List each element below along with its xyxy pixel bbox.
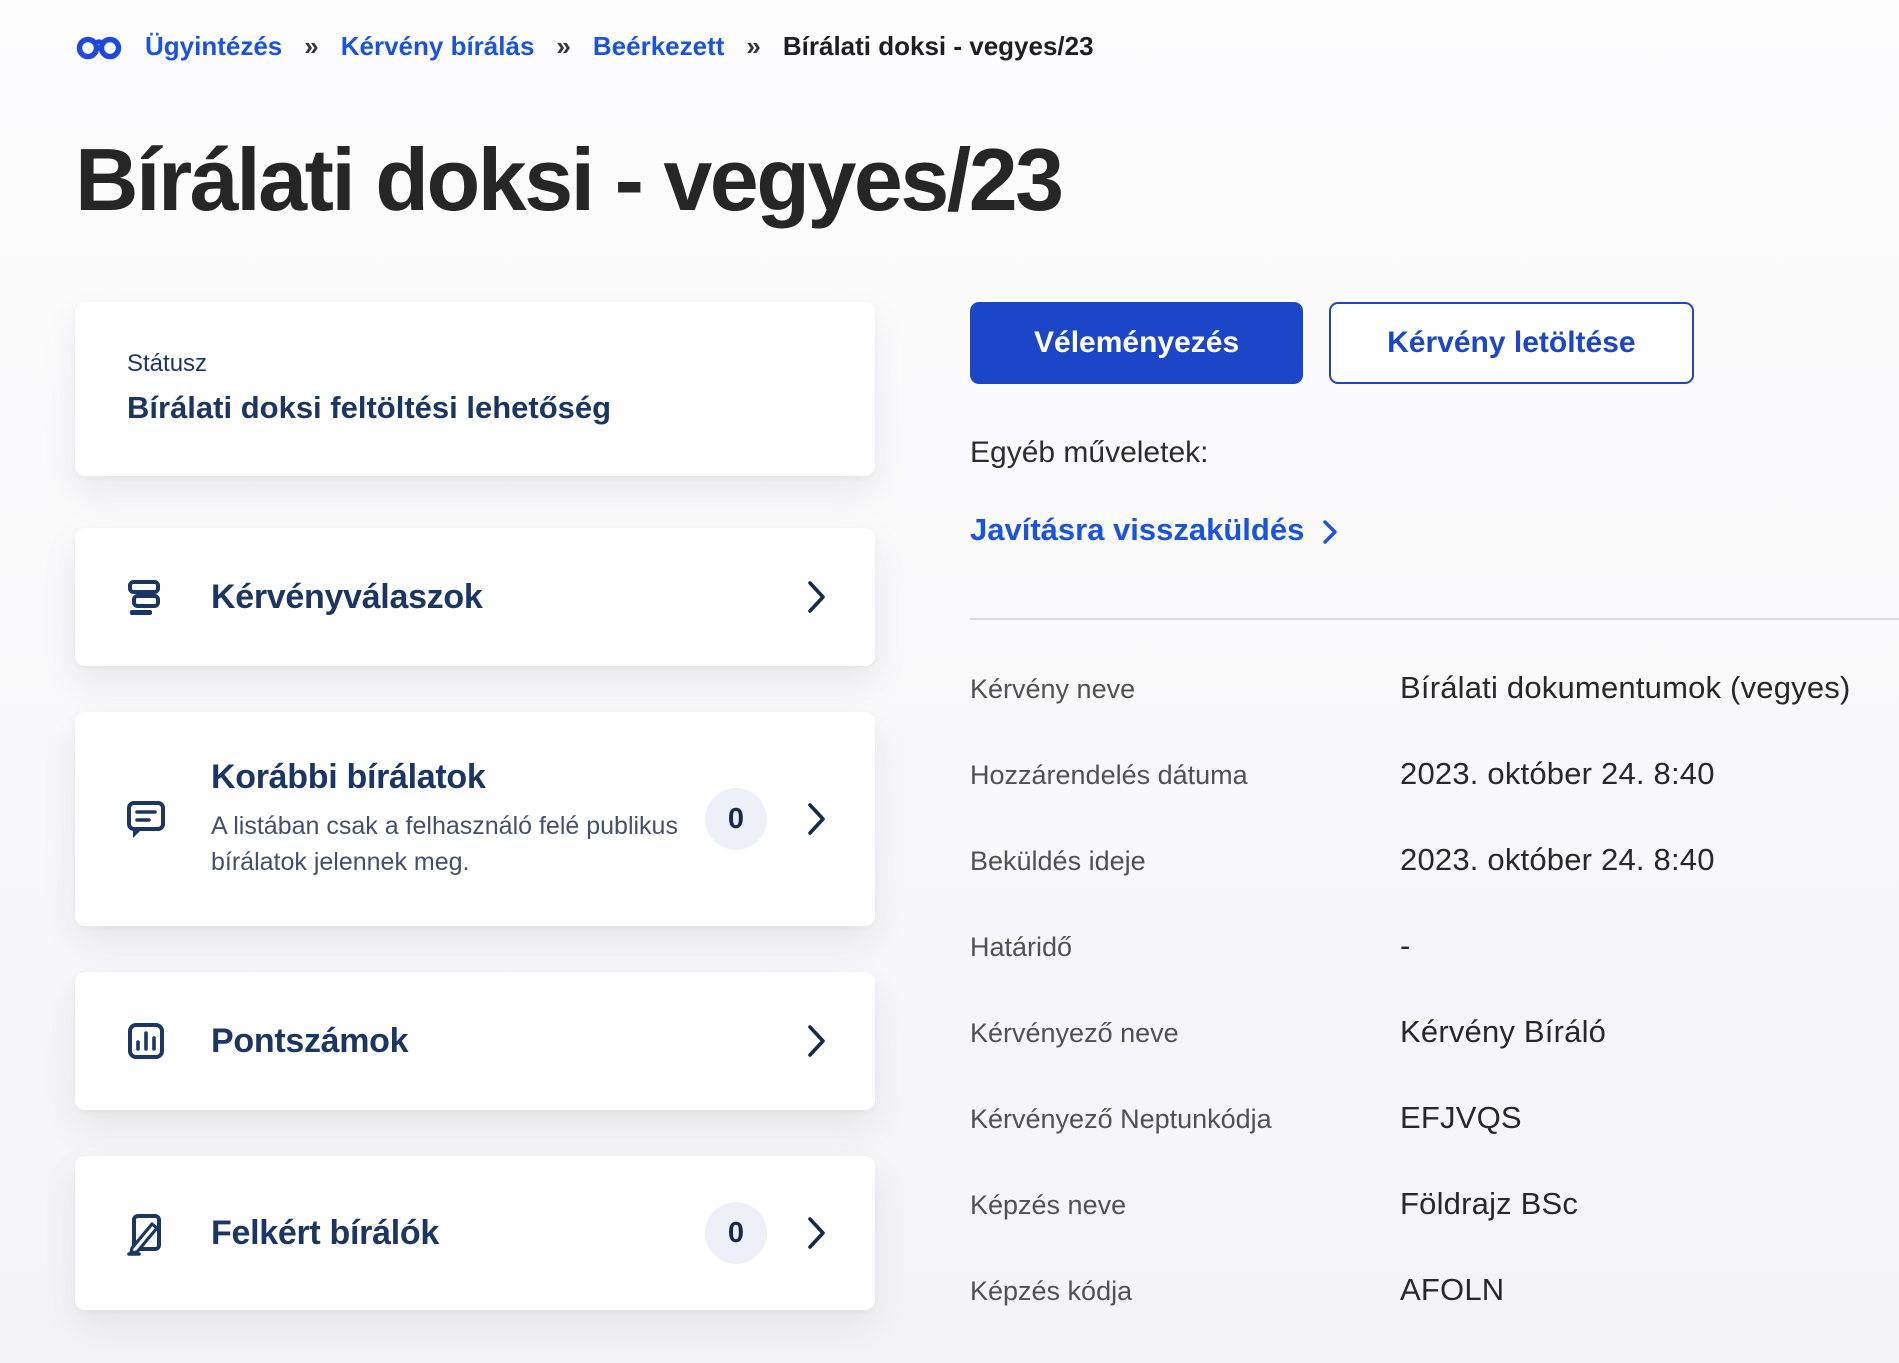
status-label: Státusz — [127, 350, 823, 378]
link-label: Javításra visszaküldés — [970, 512, 1304, 548]
nav-card-title: Pontszámok — [211, 1022, 807, 1061]
breadcrumb-separator: » — [304, 31, 318, 62]
detail-label: Képzés neve — [970, 1190, 1400, 1221]
nav-card-pontszamok[interactable]: Pontszámok — [75, 972, 875, 1110]
page: Ügyintézés » Kérvény bírálás » Beérkezet… — [0, 0, 1899, 1363]
nav-card-text: Kérvényválaszok — [211, 578, 807, 617]
nav-card-description: A listában csak a felhasználó felé publi… — [211, 809, 691, 880]
nav-card-korabbi-biralatok[interactable]: Korábbi bírálatok A listában csak a felh… — [75, 712, 875, 926]
chevron-right-icon — [1322, 519, 1338, 545]
detail-row-hatarido: Határidő - — [970, 928, 1899, 964]
bar-chart-icon — [123, 1018, 169, 1064]
breadcrumb-current: Bírálati doksi - vegyes/23 — [783, 31, 1094, 62]
chevron-right-icon — [807, 1216, 827, 1250]
detail-row-kervenyezo-neve: Kérvényező neve Kérvény Bíráló — [970, 1014, 1899, 1050]
detail-value: Bírálati dokumentumok (vegyes) — [1400, 670, 1851, 706]
breadcrumb-link-beerkezett[interactable]: Beérkezett — [593, 31, 725, 62]
nav-card-kervenyvalaszok[interactable]: Kérvényválaszok — [75, 528, 875, 666]
velemenyezes-button[interactable]: Véleményezés — [970, 302, 1303, 384]
breadcrumb-link-ugyintezes[interactable]: Ügyintézés — [145, 31, 282, 62]
chevron-right-icon — [807, 1024, 827, 1058]
detail-row-bekuldes-ideje: Beküldés ideje 2023. október 24. 8:40 — [970, 842, 1899, 878]
left-column: Státusz Bírálati doksi feltöltési lehető… — [75, 302, 875, 1356]
detail-value: AFOLN — [1400, 1272, 1504, 1308]
glasses-icon — [75, 28, 123, 64]
nav-card-text: Pontszámok — [211, 1022, 807, 1061]
detail-label: Határidő — [970, 932, 1400, 963]
detail-value: Földrajz BSc — [1400, 1186, 1578, 1222]
status-value: Bírálati doksi feltöltési lehetőség — [127, 390, 823, 426]
status-card: Státusz Bírálati doksi feltöltési lehető… — [75, 302, 875, 476]
detail-value: 2023. október 24. 8:40 — [1400, 756, 1715, 792]
page-title: Bírálati doksi - vegyes/23 — [75, 136, 1899, 224]
comment-icon — [123, 796, 169, 842]
detail-row-hozzarendeles-datuma: Hozzárendelés dátuma 2023. október 24. 8… — [970, 756, 1899, 792]
detail-label: Képzés kódja — [970, 1276, 1400, 1307]
chevron-right-icon — [807, 802, 827, 836]
nav-card-title: Kérvényválaszok — [211, 578, 807, 617]
divider — [970, 618, 1899, 620]
detail-value: - — [1400, 928, 1411, 964]
detail-row-kerveny-neve: Kérvény neve Bírálati dokumentumok (vegy… — [970, 670, 1899, 706]
count-badge: 0 — [705, 1202, 767, 1264]
detail-label: Kérvény neve — [970, 674, 1400, 705]
actions-row: Véleményezés Kérvény letöltése — [970, 302, 1899, 384]
nav-card-felkert-biralok[interactable]: Felkért bírálók 0 — [75, 1156, 875, 1310]
nav-card-text: Korábbi bírálatok A listában csak a felh… — [211, 758, 705, 880]
detail-row-kepzes-kodja: Képzés kódja AFOLN — [970, 1272, 1899, 1308]
details-list: Kérvény neve Bírálati dokumentumok (vegy… — [970, 670, 1899, 1308]
detail-label: Kérvényező neve — [970, 1018, 1400, 1049]
breadcrumb: Ügyintézés » Kérvény bírálás » Beérkezet… — [75, 28, 1899, 64]
javitasra-visszakuldes-link[interactable]: Javításra visszaküldés — [970, 512, 1899, 548]
nav-card-text: Felkért bírálók — [211, 1214, 705, 1253]
breadcrumb-link-kerveny-biralas[interactable]: Kérvény bírálás — [341, 31, 535, 62]
chevron-right-icon — [807, 580, 827, 614]
detail-label: Hozzárendelés dátuma — [970, 760, 1400, 791]
document-pen-icon — [123, 1210, 169, 1256]
detail-value: EFJVQS — [1400, 1100, 1522, 1136]
right-column: Véleményezés Kérvény letöltése Egyéb műv… — [970, 302, 1899, 1358]
detail-row-kervenyezo-neptunkodja: Kérvényező Neptunkódja EFJVQS — [970, 1100, 1899, 1136]
breadcrumb-separator: » — [746, 31, 760, 62]
nav-card-title: Korábbi bírálatok — [211, 758, 705, 797]
detail-label: Beküldés ideje — [970, 846, 1400, 877]
other-operations-label: Egyéb műveletek: — [970, 436, 1899, 470]
kerveny-letoltese-button[interactable]: Kérvény letöltése — [1329, 302, 1693, 384]
content-columns: Státusz Bírálati doksi feltöltési lehető… — [75, 302, 1899, 1358]
detail-label: Kérvényező Neptunkódja — [970, 1104, 1400, 1135]
breadcrumb-separator: » — [556, 31, 570, 62]
nav-card-title: Felkért bírálók — [211, 1214, 705, 1253]
count-badge: 0 — [705, 788, 767, 850]
detail-value: 2023. október 24. 8:40 — [1400, 842, 1715, 878]
detail-row-kepzes-neve: Képzés neve Földrajz BSc — [970, 1186, 1899, 1222]
detail-value: Kérvény Bíráló — [1400, 1014, 1606, 1050]
answers-list-icon — [123, 574, 169, 620]
